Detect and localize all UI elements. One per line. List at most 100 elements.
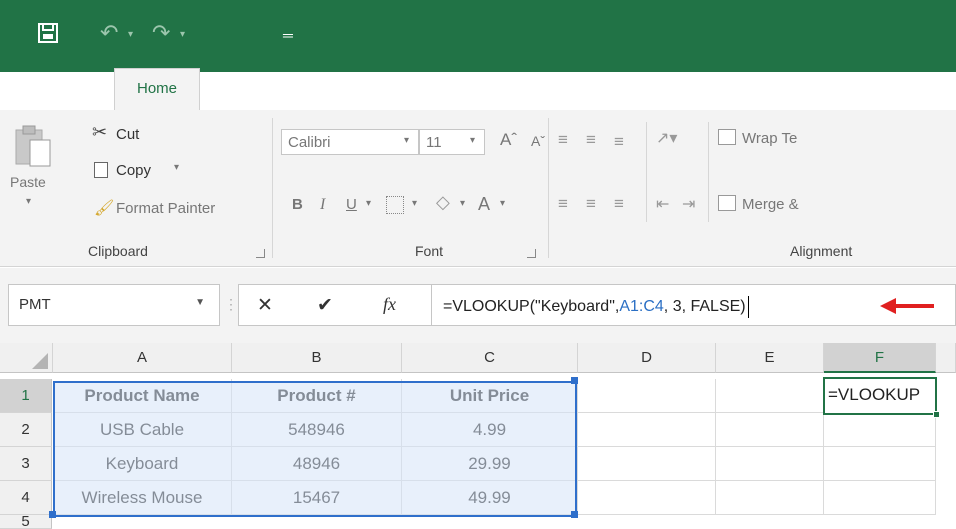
- fill-handle[interactable]: [933, 411, 940, 418]
- align-right-icon[interactable]: ≡: [614, 194, 624, 214]
- underline-button[interactable]: U: [346, 196, 357, 213]
- cell-a3[interactable]: Keyboard: [53, 447, 232, 481]
- cell-f3[interactable]: [824, 447, 936, 481]
- range-handle[interactable]: [571, 377, 578, 384]
- undo-icon[interactable]: ↶: [100, 22, 122, 48]
- name-box[interactable]: PMT ▼: [8, 284, 220, 326]
- cancel-icon[interactable]: ✕: [257, 294, 273, 317]
- redo-icon[interactable]: ↷: [152, 22, 174, 48]
- bold-button[interactable]: B: [292, 196, 303, 213]
- top-align-icon[interactable]: ≡: [558, 130, 568, 150]
- decrease-indent-icon[interactable]: ⇤: [656, 194, 669, 214]
- cell-d1[interactable]: [578, 379, 716, 413]
- row-header-1[interactable]: 1: [0, 379, 52, 413]
- tab-page-layout[interactable]: Page Layout: [341, 74, 425, 114]
- font-color-button[interactable]: A: [478, 194, 490, 215]
- formula-suffix: , 3, FALSE): [663, 298, 746, 316]
- column-header-f[interactable]: F: [824, 343, 936, 373]
- cell-b3[interactable]: 48946: [232, 447, 402, 481]
- align-center-icon[interactable]: ≡: [586, 194, 596, 214]
- column-header-c[interactable]: C: [402, 343, 578, 373]
- format-painter-button[interactable]: 🖌 Format Painter: [92, 198, 262, 222]
- enter-icon[interactable]: ✔: [317, 294, 333, 317]
- borders-dropdown-icon[interactable]: ▾: [412, 198, 417, 209]
- cell-c3[interactable]: 29.99: [402, 447, 578, 481]
- active-cell-f1[interactable]: =VLOOKUP: [823, 377, 940, 418]
- column-header-e[interactable]: E: [716, 343, 824, 373]
- cell-f2[interactable]: [824, 413, 936, 447]
- cell-e3[interactable]: [716, 447, 824, 481]
- row-header-5[interactable]: 5: [0, 515, 52, 529]
- vertical-dots-icon[interactable]: ⋮: [224, 296, 238, 313]
- paste-button[interactable]: Paste ▾: [10, 124, 60, 234]
- font-size-combo[interactable]: 11 ▾: [419, 129, 485, 155]
- tab-home[interactable]: Home: [114, 68, 201, 110]
- cell-a2[interactable]: USB Cable: [53, 413, 232, 447]
- font-name-combo[interactable]: Calibri ▾: [281, 129, 419, 155]
- cell-d2[interactable]: [578, 413, 716, 447]
- row-header-3[interactable]: 3: [0, 447, 52, 481]
- tab-view[interactable]: View: [836, 74, 868, 114]
- undo-dropdown-icon[interactable]: ▾: [128, 22, 138, 48]
- cell-e2[interactable]: [716, 413, 824, 447]
- cell-c4[interactable]: 49.99: [402, 481, 578, 515]
- cell-d4[interactable]: [578, 481, 716, 515]
- borders-icon[interactable]: [386, 196, 404, 214]
- wrap-text-button[interactable]: Wrap Te: [718, 128, 956, 154]
- grow-font-button[interactable]: Aˆ: [500, 130, 517, 150]
- select-all-corner[interactable]: [0, 343, 53, 373]
- tab-formulas[interactable]: Formulas: [499, 74, 562, 114]
- copy-button[interactable]: Copy ▾: [92, 160, 202, 184]
- merge-center-button[interactable]: Merge &: [718, 194, 956, 220]
- cell-b1[interactable]: Product #: [232, 379, 402, 413]
- customize-qat-icon[interactable]: ═: [283, 22, 299, 48]
- cell-f1-text: =VLOOKUP: [828, 385, 921, 404]
- range-handle[interactable]: [571, 511, 578, 518]
- range-handle[interactable]: [49, 511, 56, 518]
- orientation-icon[interactable]: ↗▾: [656, 128, 677, 148]
- redo-dropdown-icon[interactable]: ▾: [180, 22, 190, 48]
- column-header-b[interactable]: B: [232, 343, 402, 373]
- cell-b4[interactable]: 15467: [232, 481, 402, 515]
- tab-review[interactable]: Review: [724, 74, 773, 114]
- wrap-text-label: Wrap Te: [742, 130, 798, 147]
- cut-button[interactable]: ✂ Cut: [92, 122, 162, 148]
- row-header-4[interactable]: 4: [0, 481, 52, 515]
- increase-indent-icon[interactable]: ⇥: [682, 194, 695, 214]
- tab-file[interactable]: File: [49, 74, 73, 114]
- divider: [646, 122, 647, 222]
- cell-f4[interactable]: [824, 481, 936, 515]
- tab-data[interactable]: Data: [633, 74, 665, 114]
- column-header-a[interactable]: A: [53, 343, 232, 373]
- clipboard-dialog-launcher-icon[interactable]: [256, 249, 265, 258]
- paste-label: Paste: [10, 174, 46, 190]
- underline-dropdown-icon[interactable]: ▾: [366, 198, 371, 209]
- row-header-2[interactable]: 2: [0, 413, 52, 447]
- bottom-align-icon[interactable]: ≡: [614, 132, 624, 152]
- fill-color-dropdown-icon[interactable]: ▾: [460, 198, 465, 209]
- cell-c2[interactable]: 4.99: [402, 413, 578, 447]
- cell-d3[interactable]: [578, 447, 716, 481]
- tab-insert[interactable]: Insert: [242, 74, 280, 114]
- fill-color-icon[interactable]: ◇: [436, 192, 450, 213]
- middle-align-icon[interactable]: ≡: [586, 130, 596, 150]
- tell-me-lightbulb-icon[interactable]: [927, 78, 943, 103]
- save-icon[interactable]: [37, 22, 59, 48]
- divider: [272, 118, 273, 258]
- font-dialog-launcher-icon[interactable]: [527, 249, 536, 258]
- cell-b2[interactable]: 548946: [232, 413, 402, 447]
- cell-a4[interactable]: Wireless Mouse: [53, 481, 232, 515]
- alignment-group-label: Alignment: [790, 243, 853, 259]
- insert-function-icon[interactable]: fx: [383, 294, 396, 315]
- cell-a1[interactable]: Product Name: [53, 379, 232, 413]
- name-box-dropdown-icon[interactable]: ▼: [195, 297, 205, 308]
- cell-e4[interactable]: [716, 481, 824, 515]
- cell-c1[interactable]: Unit Price: [402, 379, 578, 413]
- font-color-dropdown-icon[interactable]: ▾: [500, 198, 505, 209]
- align-left-icon[interactable]: ≡: [558, 194, 568, 214]
- italic-button[interactable]: I: [320, 196, 325, 214]
- cell-e1[interactable]: [716, 379, 824, 413]
- column-header-g[interactable]: [936, 343, 956, 373]
- column-header-d[interactable]: D: [578, 343, 716, 373]
- shrink-font-button[interactable]: Aˇ: [531, 133, 545, 149]
